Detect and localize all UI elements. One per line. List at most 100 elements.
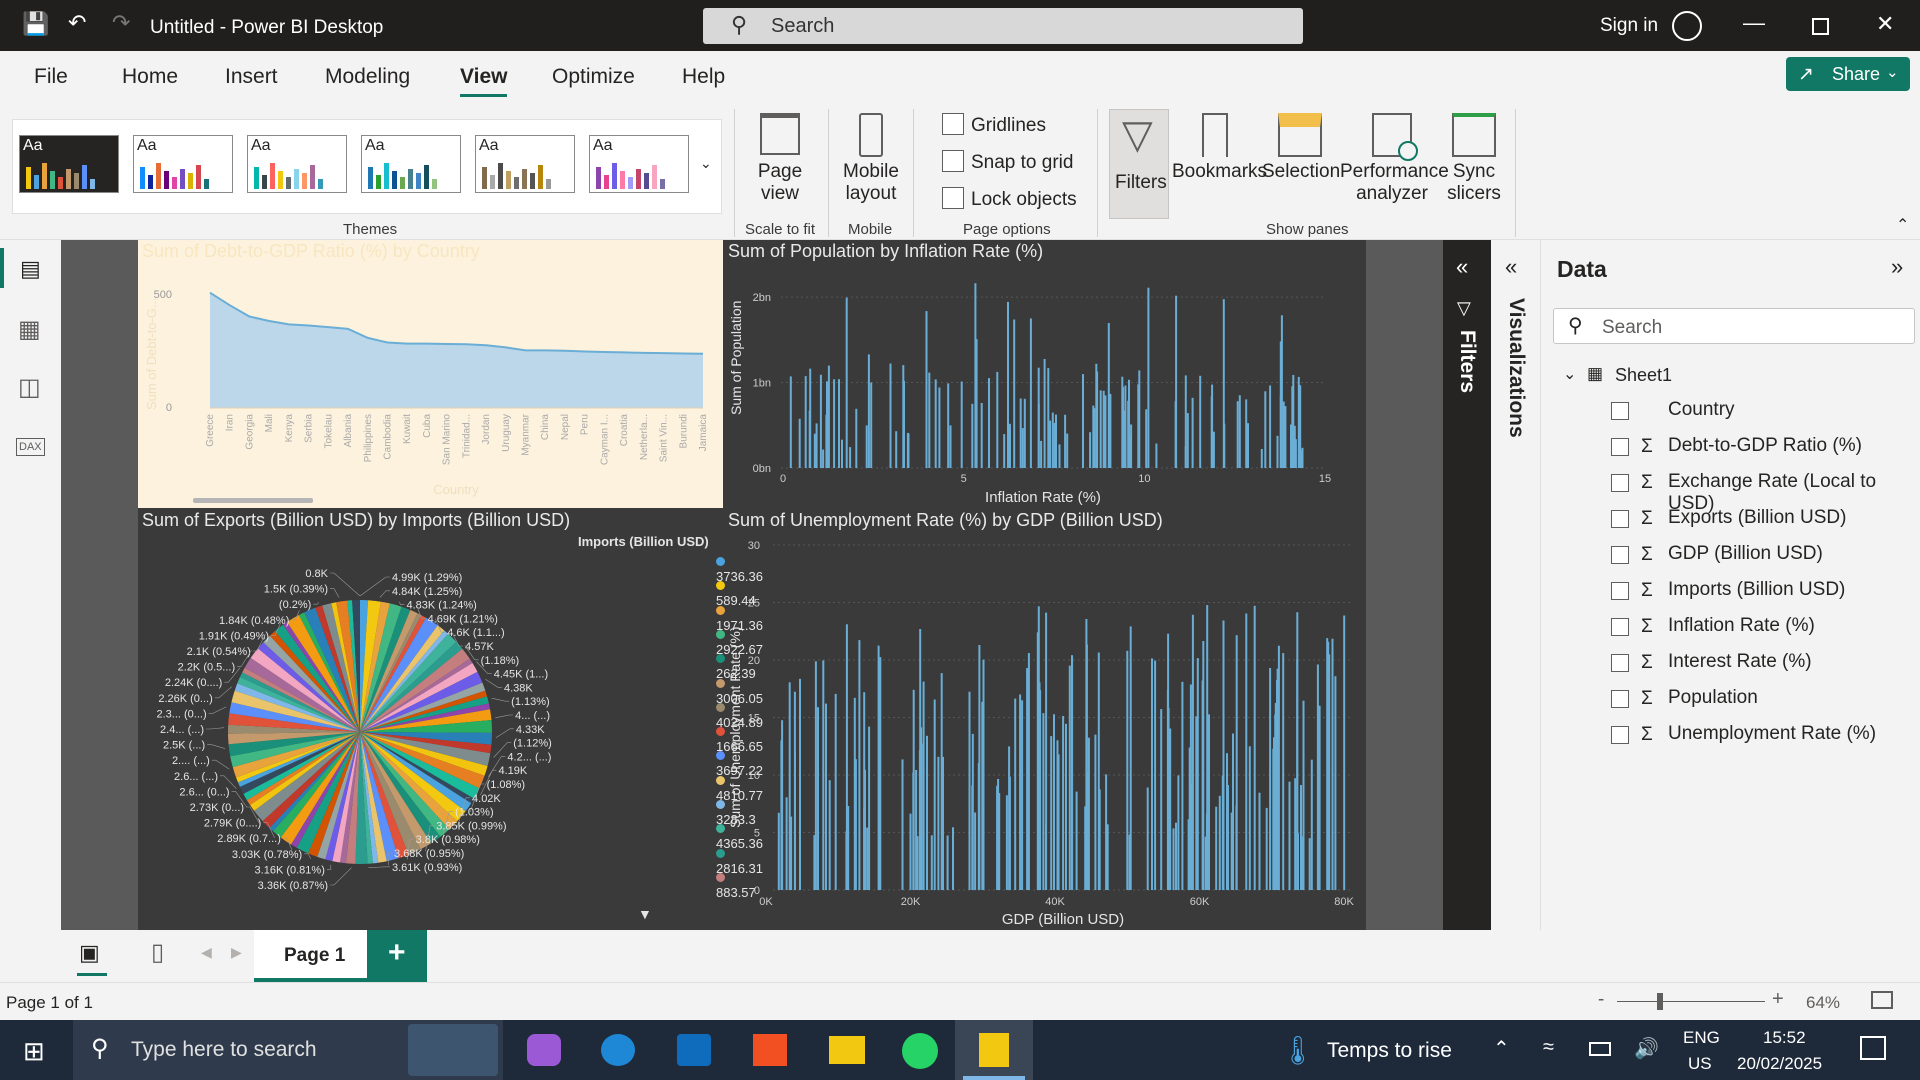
table-view-icon[interactable]: ▦ <box>18 315 41 344</box>
prev-page-icon[interactable]: ◀ <box>201 944 212 961</box>
maximize-icon[interactable] <box>1812 18 1829 35</box>
field-checkbox[interactable] <box>1611 690 1629 708</box>
page-view-button[interactable]: Page view <box>748 113 812 205</box>
gridlines-checkbox[interactable] <box>942 113 964 135</box>
visual-debt-to-gdp[interactable]: Sum of Debt-to-GDP Ratio (%) by Country … <box>138 240 723 508</box>
menu-optimize[interactable]: Optimize <box>552 65 635 89</box>
add-page-button[interactable]: + <box>367 930 427 982</box>
language-code[interactable]: ENG <box>1683 1028 1720 1048</box>
bookmarks-button[interactable]: Bookmarks <box>1172 113 1267 183</box>
mobile-layout-icon[interactable]: ▯ <box>151 938 164 967</box>
visual-population-by-inflation[interactable]: Sum of Population by Inflation Rate (%) … <box>723 240 1366 508</box>
legend-scroll-down-icon[interactable]: ▼ <box>638 906 652 922</box>
wifi-icon[interactable]: ≈ <box>1543 1036 1554 1059</box>
field-checkbox[interactable] <box>1611 618 1629 636</box>
edge-icon[interactable] <box>601 1034 635 1066</box>
performance-analyzer-button[interactable]: Performance analyzer <box>1340 113 1449 205</box>
sync-slicers-button[interactable]: Sync slicers <box>1446 113 1502 205</box>
minimize-icon[interactable]: — <box>1743 12 1765 34</box>
selection-button[interactable]: Selection <box>1262 113 1340 183</box>
chevron-down-icon[interactable]: ⌄ <box>1563 364 1576 384</box>
visual-exports-by-imports[interactable]: Sum of Exports (Billion USD) by Imports … <box>138 508 763 930</box>
windows-start-icon[interactable]: ⊞ <box>23 1036 45 1067</box>
whatsapp-icon[interactable] <box>902 1033 938 1069</box>
field-name[interactable]: Interest Rate (%) <box>1668 651 1812 673</box>
clock-time[interactable]: 15:52 <box>1763 1028 1806 1048</box>
field-name[interactable]: Imports (Billion USD) <box>1668 579 1845 601</box>
field-checkbox[interactable] <box>1611 726 1629 744</box>
menu-view[interactable]: View <box>460 65 507 89</box>
visualizations-pane-collapsed[interactable]: « Visualizations <box>1491 240 1541 930</box>
model-view-icon[interactable]: ◫ <box>18 373 41 402</box>
field-checkbox[interactable] <box>1611 654 1629 672</box>
report-view-icon[interactable]: ▤ <box>20 256 41 282</box>
share-button[interactable]: ↗ Share ⌄ <box>1786 57 1910 91</box>
zoom-slider-track[interactable] <box>1617 1001 1765 1002</box>
keyboard-layout[interactable]: US <box>1688 1054 1712 1074</box>
lock-objects-checkbox[interactable] <box>942 187 964 209</box>
weather-text[interactable]: Temps to rise <box>1327 1039 1452 1063</box>
field-checkbox[interactable] <box>1611 402 1629 420</box>
theme-1[interactable]: Aa <box>19 135 119 193</box>
sign-in-link[interactable]: Sign in <box>1600 15 1658 37</box>
expand-filters-icon[interactable]: « <box>1456 254 1468 280</box>
file-explorer-icon[interactable] <box>829 1036 865 1064</box>
expand-visualizations-icon[interactable]: « <box>1505 254 1517 280</box>
filters-pane-collapsed[interactable]: « ▽ Filters <box>1443 240 1491 930</box>
menu-insert[interactable]: Insert <box>225 65 278 89</box>
field-checkbox[interactable] <box>1611 510 1629 528</box>
clock-date[interactable]: 20/02/2025 <box>1737 1054 1822 1074</box>
field-name[interactable]: Inflation Rate (%) <box>1668 615 1815 637</box>
field-name[interactable]: GDP (Billion USD) <box>1668 543 1823 565</box>
zoom-out-button[interactable]: - <box>1598 989 1604 1011</box>
search-input[interactable]: ⚲ Search <box>703 8 1303 44</box>
theme-6[interactable]: Aa <box>589 135 689 193</box>
visual-unemployment-by-gdp[interactable]: Sum of Unemployment Rate (%) by GDP (Bil… <box>723 508 1366 930</box>
field-checkbox[interactable] <box>1611 546 1629 564</box>
next-page-icon[interactable]: ▶ <box>231 944 242 961</box>
field-checkbox[interactable] <box>1611 474 1629 492</box>
filters-pane-button[interactable]: ▽ Filters <box>1109 109 1169 219</box>
menu-home[interactable]: Home <box>122 65 178 89</box>
menu-help[interactable]: Help <box>682 65 725 89</box>
field-name[interactable]: Unemployment Rate (%) <box>1668 723 1876 745</box>
battery-icon[interactable] <box>1589 1042 1611 1056</box>
close-icon[interactable]: ✕ <box>1876 13 1894 35</box>
field-name[interactable]: Population <box>1668 687 1758 709</box>
menu-modeling[interactable]: Modeling <box>325 65 410 89</box>
desktop-layout-icon[interactable]: ▣ <box>79 940 100 966</box>
chevron-up-icon[interactable]: ⌃ <box>1493 1036 1510 1061</box>
outlook-icon[interactable] <box>677 1034 711 1066</box>
undo-icon[interactable]: ↶ <box>68 12 86 34</box>
snap-to-grid-checkbox[interactable] <box>942 150 964 172</box>
field-name[interactable]: Debt-to-GDP Ratio (%) <box>1668 435 1862 457</box>
table-name[interactable]: Sheet1 <box>1615 365 1672 386</box>
page-tab-1[interactable]: Page 1 <box>254 930 367 982</box>
field-name[interactable]: Country <box>1668 399 1735 421</box>
store-icon[interactable] <box>753 1034 787 1066</box>
zoom-slider-thumb[interactable] <box>1657 993 1663 1010</box>
dax-query-view-icon[interactable]: DAX <box>16 438 45 456</box>
redo-icon[interactable]: ↷ <box>112 12 130 34</box>
notifications-icon[interactable] <box>1860 1036 1886 1060</box>
collapse-ribbon-icon[interactable]: ⌃ <box>1896 215 1909 235</box>
copilot-icon[interactable] <box>527 1034 561 1066</box>
mobile-layout-button[interactable]: Mobile layout <box>838 113 904 205</box>
fit-to-page-icon[interactable] <box>1871 991 1893 1009</box>
theme-2[interactable]: Aa <box>133 135 233 193</box>
themes-expand-icon[interactable]: ⌄ <box>700 155 712 172</box>
field-name[interactable]: Exports (Billion USD) <box>1668 507 1846 529</box>
zoom-in-button[interactable]: + <box>1772 988 1784 1011</box>
taskbar-search[interactable]: ⚲ Type here to search <box>73 1020 503 1080</box>
powerbi-taskbar-button[interactable] <box>955 1020 1033 1080</box>
field-checkbox[interactable] <box>1611 582 1629 600</box>
volume-icon[interactable]: 🔊 <box>1634 1036 1659 1061</box>
menu-file[interactable]: File <box>34 65 68 89</box>
field-checkbox[interactable] <box>1611 438 1629 456</box>
theme-4[interactable]: Aa <box>361 135 461 193</box>
theme-5[interactable]: Aa <box>475 135 575 193</box>
collapse-data-pane-icon[interactable]: » <box>1891 254 1903 280</box>
theme-3[interactable]: Aa <box>247 135 347 193</box>
data-search-input[interactable]: ⚲ Search <box>1553 308 1915 344</box>
save-icon[interactable]: 💾 <box>22 13 49 35</box>
